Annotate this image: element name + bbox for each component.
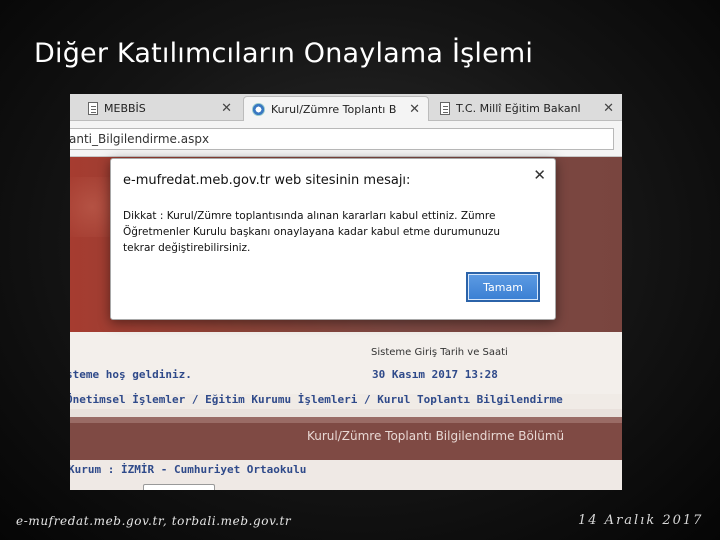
entry-datetime-label: Sisteme Giriş Tarih ve Saati — [371, 347, 508, 358]
tab-label: MEBBİS — [104, 102, 146, 115]
tab-strip: MEBBİS ✕ Kurul/Zümre Toplantı B ✕ T.C. M… — [70, 94, 622, 121]
tab-label: T.C. Millî Eğitim Bakanl — [456, 102, 581, 115]
dialog-title: e-mufredat.meb.gov.tr web sitesinin mesa… — [123, 173, 411, 188]
alert-dialog: e-mufredat.meb.gov.tr web sitesinin mesa… — [110, 158, 556, 320]
close-tab-icon[interactable]: ✕ — [409, 102, 420, 117]
institution-label: Kurum : İZMİR - Cumhuriyet Ortaokulu — [70, 463, 307, 476]
dialog-message: Dikkat : Kurul/Zümre toplantısında alına… — [123, 210, 501, 254]
tab-mebbis[interactable]: MEBBİS ✕ — [70, 96, 240, 121]
url-field[interactable]: anti_Bilgilendirme.aspx — [70, 128, 614, 150]
close-tab-icon[interactable]: ✕ — [603, 101, 614, 116]
ok-button[interactable]: Tamam — [466, 272, 540, 302]
entry-datetime-value: 30 Kasım 2017 13:28 — [372, 368, 498, 381]
browser-screenshot: MEBBİS ✕ Kurul/Zümre Toplantı B ✕ T.C. M… — [70, 94, 622, 490]
close-icon[interactable]: ✕ — [533, 166, 546, 184]
tab-label: Kurul/Zümre Toplantı B — [271, 102, 397, 116]
tab-kurul-zumre[interactable]: Kurul/Zümre Toplantı B ✕ — [243, 96, 429, 121]
address-bar: anti_Bilgilendirme.aspx — [70, 121, 622, 157]
info-row — [70, 332, 622, 394]
footer-date: 14 Aralık 2017 — [578, 513, 704, 528]
site-favicon-icon — [252, 102, 265, 116]
welcome-text: steme hoş geldiniz. — [70, 368, 192, 381]
document-icon — [88, 102, 98, 115]
institution-select[interactable] — [143, 484, 215, 490]
footer-source: e-mufredat.meb.gov.tr, torbali.meb.gov.t… — [16, 514, 292, 528]
document-icon — [440, 102, 450, 115]
close-tab-icon[interactable]: ✕ — [221, 101, 232, 116]
section-title: Kurul/Zümre Toplantı Bilgilendirme Bölüm… — [307, 429, 565, 443]
tab-meb[interactable]: T.C. Millî Eğitim Bakanl ✕ — [432, 96, 622, 121]
slide-title: Diğer Katılımcıların Onaylama İşlemi — [34, 38, 534, 69]
breadcrumb[interactable]: Önetimsel İşlemler / Eğitim Kurumu İşlem… — [70, 393, 563, 406]
